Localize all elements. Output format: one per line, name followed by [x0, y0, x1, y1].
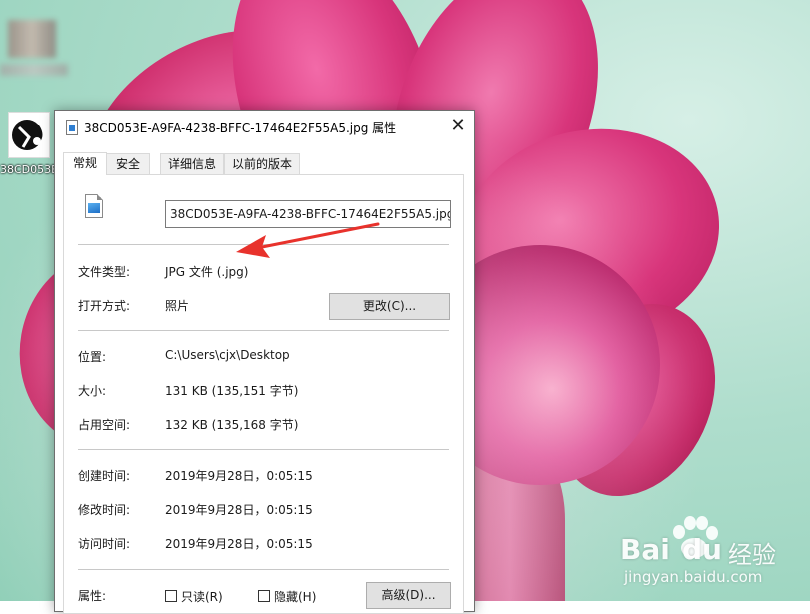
watermark-brand-right: du: [682, 533, 722, 566]
annotation-arrow: [236, 222, 380, 258]
tab-general[interactable]: 常规: [63, 152, 107, 175]
watermark-brand-left: Bai: [620, 533, 670, 566]
baidu-jingyan-watermark: Bai du 经验 jingyan.baidu.com: [620, 512, 810, 597]
watermark-brand-suffix: 经验: [728, 541, 776, 569]
watermark-url: jingyan.baidu.com: [624, 568, 763, 586]
